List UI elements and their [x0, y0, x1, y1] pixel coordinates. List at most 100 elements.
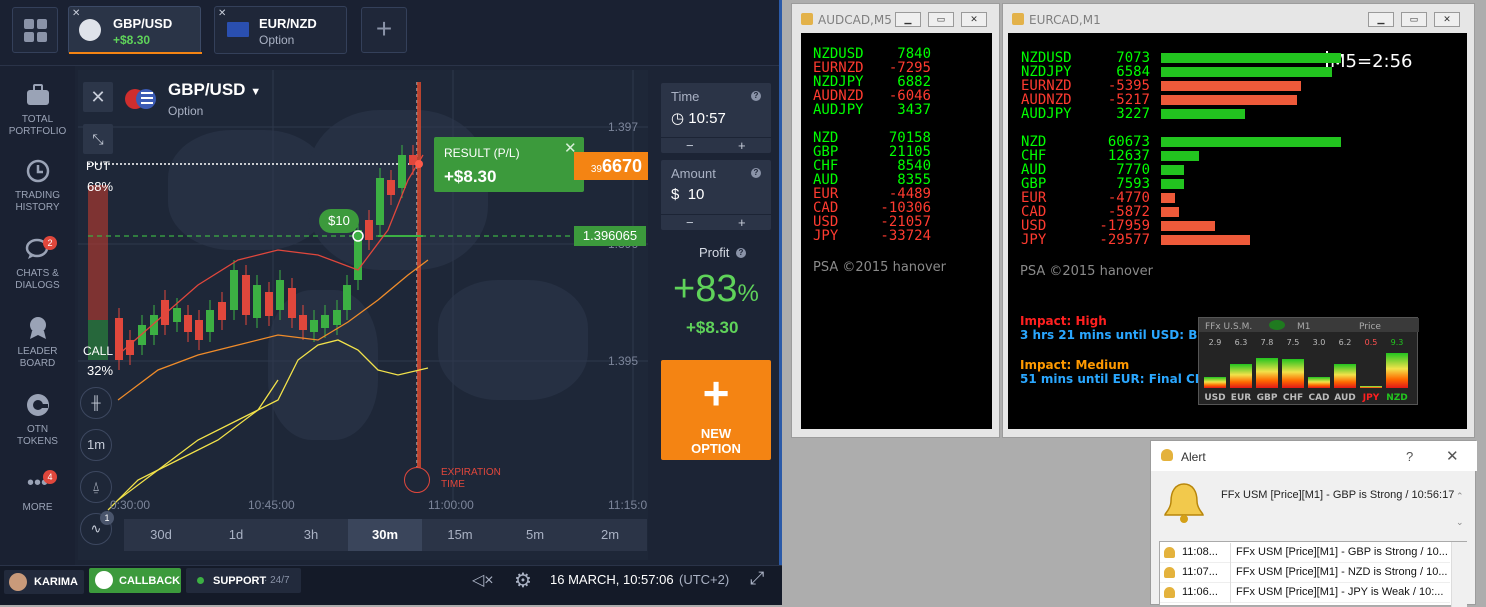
meter-name: GBP [1021, 176, 1047, 192]
timeframe-2m[interactable]: 2m [573, 519, 647, 551]
add-tab-button[interactable]: + [361, 7, 407, 53]
help-button[interactable]: ? [1406, 449, 1413, 464]
tab-eurnzd[interactable]: ✕ EUR/NZD Option [214, 6, 347, 54]
close-tab-icon[interactable]: ✕ [72, 8, 80, 19]
timeframe-3h[interactable]: 3h [274, 519, 348, 551]
callback-button[interactable]: CALLBACK [89, 568, 181, 593]
sidebar-item-history[interactable]: TRADING HISTORY [0, 158, 75, 214]
plus-icon: + [702, 367, 730, 419]
sidebar-item-label: LEADER BOARD [17, 346, 58, 369]
online-indicator [197, 577, 204, 584]
time-label: 10:45:00 [248, 498, 295, 512]
expiration-label: EXPIRATION TIME [441, 467, 501, 490]
alert-row[interactable]: 11:08... FFx USM [Price][M1] - GBP is Str… [1160, 543, 1450, 563]
timeframe-15m[interactable]: 15m [423, 519, 497, 551]
collapse-icon[interactable]: ⤡ [83, 124, 113, 154]
amount-label: Amount [671, 166, 716, 181]
close-chart-button[interactable]: ✕ [83, 82, 113, 112]
timeframe-5m[interactable]: 5m [498, 519, 572, 551]
sidebar-item-portfolio[interactable]: TOTAL PORTFOLIO [0, 82, 75, 138]
alert-row[interactable]: 11:07... FFx USM [Price][M1] - NZD is Str… [1160, 563, 1450, 583]
call-label: CALL [83, 344, 114, 358]
bet-bubble[interactable]: $10 [319, 209, 359, 233]
timeframe-button[interactable]: 1m [80, 429, 112, 461]
help-icon[interactable]: ? [751, 168, 761, 178]
close-button[interactable]: ✕ [1446, 447, 1459, 465]
sidebar-item-chats[interactable]: 2 CHATS & DIALOGS [0, 236, 75, 292]
maximize-button[interactable]: ▭ [928, 12, 954, 27]
meter-name: GBP [813, 144, 839, 160]
timezone: (UTC+2) [679, 572, 730, 587]
price-chart[interactable]: ✕ ⤡ GBP/USD ▼ Option PUT 68% CALL 32% 1.… [78, 70, 648, 560]
meter-name: EURNZD [813, 60, 864, 76]
sidebar-item-more[interactable]: ••• 4 MORE [0, 470, 75, 514]
alert-dialog[interactable]: Alert ? ✕ FFx USM [Price][M1] - GBP is S… [1150, 440, 1477, 607]
usm-bar [1308, 377, 1330, 388]
candle [321, 315, 329, 328]
clock-icon: ◷ [671, 110, 685, 127]
amount-stepper[interactable]: − + [661, 214, 771, 230]
new-option-label: NEW OPTION [691, 426, 741, 456]
meter-value: -4489 [888, 186, 931, 202]
close-button[interactable]: ✕ [961, 12, 987, 27]
asset-grid-button[interactable] [12, 7, 58, 53]
minus-icon[interactable]: − [686, 138, 694, 153]
close-tab-icon[interactable]: ✕ [218, 8, 226, 19]
mt4-window-eurcad[interactable]: EURCAD,M1 ▁ ▭ ✕ M5=2:56 NZDUSD 7073 NZDJPY… [1002, 3, 1475, 438]
help-icon[interactable]: ? [736, 248, 746, 258]
candle-timer: M5=2:56 [1330, 51, 1413, 72]
time-value[interactable]: ◷ 10:57 [671, 109, 726, 127]
tab-gbpusd[interactable]: ✕ GBP/USD +$8.30 [68, 6, 202, 54]
usm-value: 2.9 [1208, 338, 1222, 347]
close-button[interactable]: ✕ [1434, 12, 1460, 27]
chart-type-icon[interactable]: ╫ [80, 387, 112, 419]
timeframe-1d[interactable]: 1d [199, 519, 273, 551]
user-menu[interactable]: KARIMA [4, 570, 84, 594]
timeframe-30m[interactable]: 30m [348, 519, 422, 551]
meter-name: EURNZD [1021, 78, 1072, 94]
alert-history-list[interactable]: 11:08... FFx USM [Price][M1] - GBP is Str… [1159, 541, 1467, 607]
scroll-down-icon[interactable]: ⌄ [1456, 517, 1464, 528]
scrollbar[interactable] [1451, 542, 1467, 607]
minimize-button[interactable]: ▁ [895, 12, 921, 27]
trading-app-window: ✕ GBP/USD +$8.30 ✕ EUR/NZD Option + TOTA… [0, 0, 782, 605]
support-hours: · 24/7 [264, 575, 290, 586]
plus-icon[interactable]: + [738, 138, 746, 153]
timeframe-30d[interactable]: 30d [124, 519, 198, 551]
sidebar-item-leaderboard[interactable]: LEADER BOARD [0, 314, 75, 370]
candle [354, 230, 362, 280]
gear-icon[interactable]: ⚙ [514, 568, 532, 593]
time-label: 11:15:0 [608, 498, 648, 512]
tab-sub: Option [259, 33, 295, 47]
new-option-button[interactable]: + NEW OPTION [661, 360, 771, 460]
meter-value: 60673 [1107, 134, 1150, 150]
minus-icon[interactable]: − [686, 215, 694, 230]
put-percent: 68% [87, 179, 114, 194]
drawing-tool-icon[interactable]: ⍙ [80, 471, 112, 503]
plus-icon[interactable]: + [738, 215, 746, 230]
amount-box[interactable]: Amount ? $ 10 − + [661, 160, 771, 230]
maximize-button[interactable]: ▭ [1401, 12, 1427, 27]
scroll-up-icon[interactable]: ⌃ [1456, 491, 1464, 502]
amount-value[interactable]: $ 10 [671, 186, 704, 203]
help-icon[interactable]: ? [751, 91, 761, 101]
tab-profit: +$8.30 [113, 33, 151, 47]
call-percent: 32% [87, 363, 114, 378]
support-button[interactable]: SUPPORT · 24/7 [186, 568, 301, 593]
alert-row-time: 11:08... [1182, 546, 1218, 558]
meter-name: CHF [1021, 148, 1047, 164]
alert-row[interactable]: 11:06... FFx USM [Price][M1] - JPY is Wea… [1160, 583, 1450, 603]
asset-selector[interactable]: GBP/USD ▼ [168, 80, 261, 100]
minimize-button[interactable]: ▁ [1368, 12, 1394, 27]
fullscreen-icon[interactable]: ⤢ [750, 568, 764, 589]
meter-name: AUD [813, 172, 839, 188]
sidebar-item-tokens[interactable]: OTN TOKENS [0, 392, 75, 448]
candle [288, 288, 296, 318]
mt4-window-audcad[interactable]: AUDCAD,M5 ▁ ▭ ✕ NZDUSD 7840 EURNZD -7295 NZD… [791, 3, 1000, 438]
candle [195, 320, 203, 340]
mute-icon[interactable]: ◁× [472, 570, 494, 590]
time-box[interactable]: Time ? ◷ 10:57 − + [661, 83, 771, 153]
grid-icon [24, 19, 34, 29]
time-stepper[interactable]: − + [661, 137, 771, 153]
indicator-count-badge: 1 [100, 511, 114, 525]
